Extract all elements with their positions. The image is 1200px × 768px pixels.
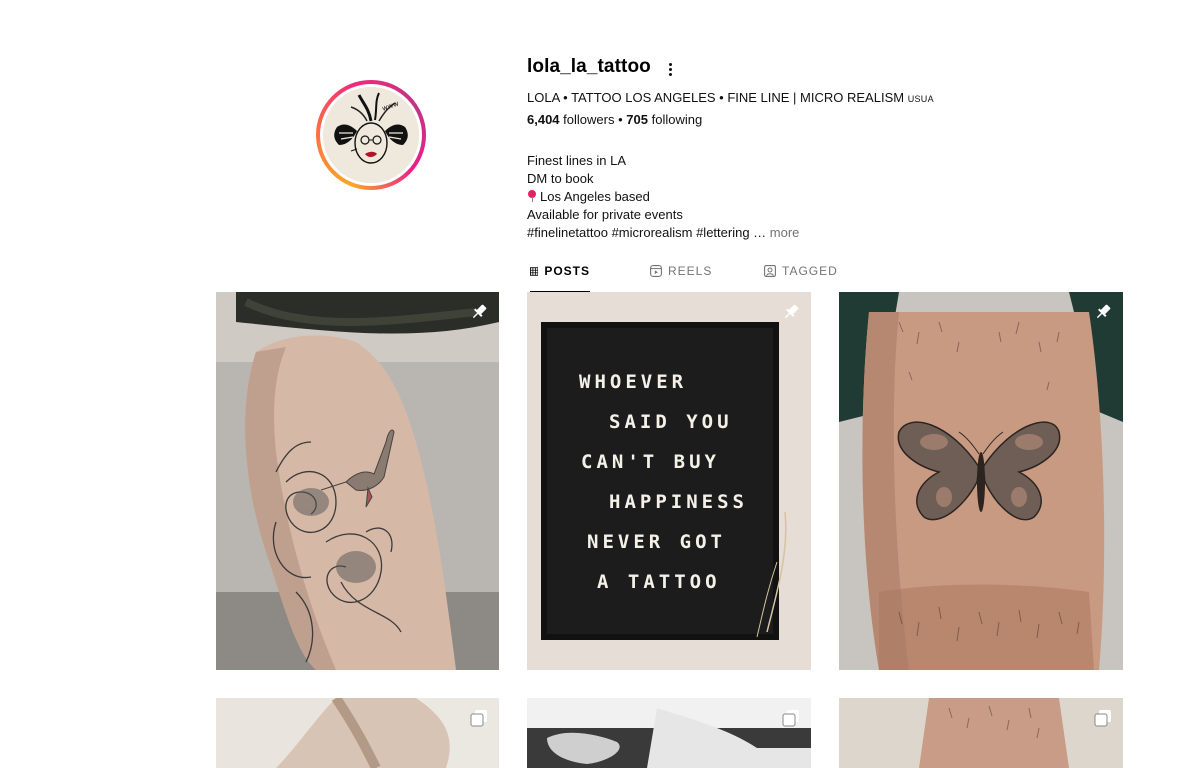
post-image (527, 698, 811, 768)
carousel-icon (1094, 710, 1111, 727)
tab-posts[interactable]: POSTS (530, 250, 590, 292)
post-image (216, 698, 499, 768)
bio-line: Available for private events (527, 207, 683, 222)
following-link[interactable]: 705 following (626, 112, 702, 127)
pin-icon (1096, 304, 1111, 319)
dot (668, 72, 672, 76)
board-line: CAN'T BUY (581, 451, 720, 473)
board-line: SAID YOU (609, 411, 733, 433)
full-name-tag: USUA (907, 94, 934, 104)
round-pushpin-icon (527, 190, 537, 202)
profile-counts: 6,404 followers • 705 following (527, 112, 702, 127)
dot (668, 67, 672, 71)
tagged-icon (764, 265, 776, 277)
profile-username: lola_la_tattoo (527, 56, 651, 77)
profile-full-name: LOLA • TATTOO LOS ANGELES • FINE LINE | … (527, 90, 934, 105)
full-name-text: LOLA • TATTOO LOS ANGELES • FINE LINE | … (527, 90, 905, 105)
bio-hashtags[interactable]: #finelinetattoo #microrealism #lettering… (527, 225, 766, 240)
following-count: 705 (626, 112, 648, 127)
pin-icon (784, 304, 799, 319)
post-tile[interactable] (216, 698, 499, 768)
followers-label: followers (563, 112, 615, 127)
post-image (839, 698, 1123, 768)
bio-more-link[interactable]: more (770, 225, 800, 240)
bio-line-location: Los Angeles based (527, 188, 799, 206)
tab-posts-label: POSTS (544, 264, 590, 278)
tab-tagged[interactable]: TAGGED (764, 250, 838, 292)
post-image (839, 292, 1123, 670)
carousel-icon (470, 710, 487, 727)
pin-icon (472, 304, 487, 319)
grid-icon (530, 266, 539, 276)
dot (668, 62, 672, 66)
post-image (216, 292, 499, 670)
bio-line-hashtags: #finelinetattoo #microrealism #lettering… (527, 224, 799, 242)
post-tile-letterboard[interactable]: WHOEVER SAID YOU CAN'T BUY HAPPINESS NEV… (527, 292, 811, 670)
avatar[interactable]: www (323, 87, 419, 183)
board-line: WHOEVER (579, 371, 687, 393)
tab-tagged-label: TAGGED (782, 264, 838, 278)
counts-separator: • (618, 112, 623, 127)
board-line: A TATTOO (597, 571, 721, 593)
tab-reels-label: REELS (668, 264, 713, 278)
board-line: NEVER GOT (587, 531, 726, 553)
more-options-icon[interactable] (664, 58, 676, 80)
post-image: WHOEVER SAID YOU CAN'T BUY HAPPINESS NEV… (527, 292, 811, 670)
post-tile[interactable] (839, 698, 1123, 768)
followers-link[interactable]: 6,404 followers (527, 112, 614, 127)
post-tile-butterfly[interactable] (839, 292, 1123, 670)
post-tile-hummingbird[interactable] (216, 292, 499, 670)
following-label: following (651, 112, 703, 127)
bio-line: Finest lines in LA (527, 153, 626, 168)
post-tile[interactable] (527, 698, 811, 768)
avatar-illustration: www (323, 87, 419, 183)
carousel-icon (782, 710, 799, 727)
reels-icon (650, 265, 662, 277)
board-line: HAPPINESS (609, 491, 748, 513)
avatar-border: www (320, 84, 422, 186)
followers-count: 6,404 (527, 112, 560, 127)
story-ring[interactable]: www (316, 80, 426, 190)
bio-line: DM to book (527, 171, 594, 186)
bio-location-text: Los Angeles based (540, 189, 650, 204)
tab-reels[interactable]: REELS (650, 250, 712, 292)
profile-bio: Finest lines in LA DM to book Los Angele… (527, 152, 799, 242)
